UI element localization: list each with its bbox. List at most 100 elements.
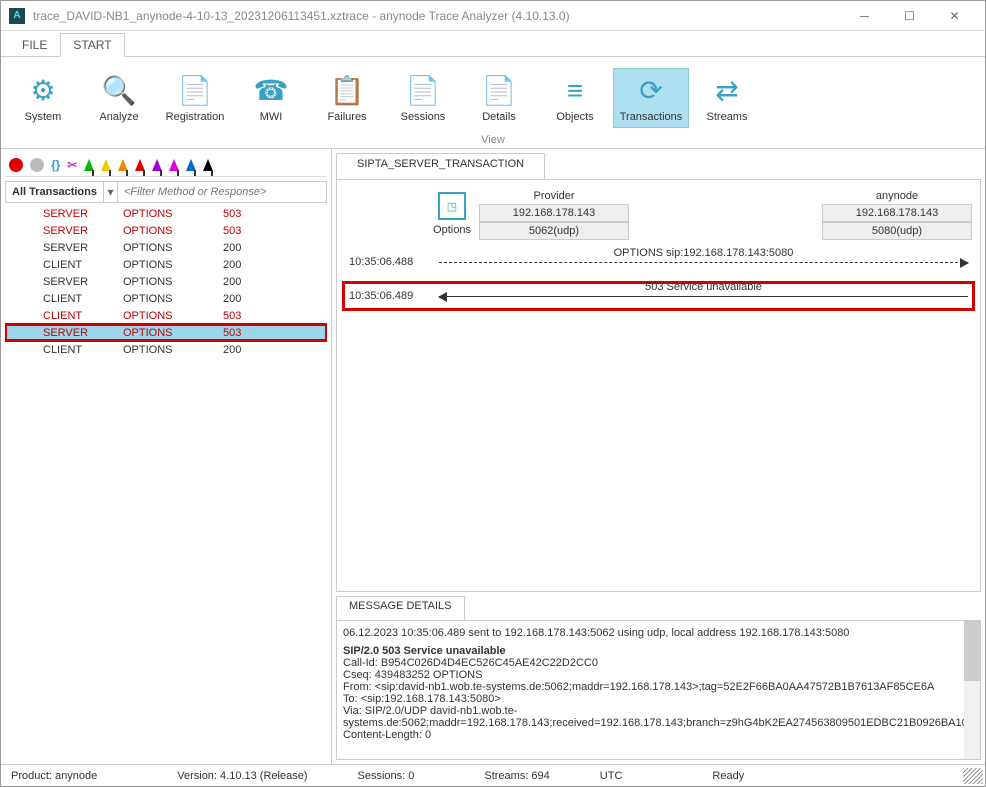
transaction-row[interactable]: CLIENTOPTIONS200 (5, 256, 327, 273)
braces-icon[interactable]: {} (51, 158, 60, 172)
status-sessions: Sessions: 0 (347, 770, 424, 782)
details-line: SIP/2.0 503 Service unavailable (343, 645, 974, 657)
ribbon-group-label: View (1, 134, 985, 148)
ribbon-label: Analyze (82, 111, 156, 123)
flag-black-icon[interactable] (203, 159, 213, 171)
status-version: Version: 4.10.13 (Release) (167, 770, 317, 782)
flag-pink-icon[interactable] (169, 159, 179, 171)
options-endpoint: ◳ Options (425, 192, 479, 236)
transaction-row[interactable]: SERVEROPTIONS503 (5, 205, 327, 222)
flag-blue-icon[interactable] (186, 159, 196, 171)
filter-scope-label[interactable]: All Transactions (6, 182, 104, 202)
ribbon-failures[interactable]: 📋 Failures (309, 68, 385, 128)
message-arrow: OPTIONS sip:192.168.178.143:5080 (439, 262, 968, 263)
provider-ip: 192.168.178.143 (479, 204, 629, 222)
anynode-ip: 192.168.178.143 (822, 204, 972, 222)
flag-purple-icon[interactable] (152, 159, 162, 171)
details-line: Call-Id: B954C026D4D4EC526C45AE42C22D2CC… (343, 657, 974, 669)
status-ready: Ready (702, 770, 754, 782)
details-header: 06.12.2023 10:35:06.489 sent to 192.168.… (343, 627, 974, 639)
window-title: trace_DAVID-NB1_anynode-4-10-13_20231206… (33, 9, 842, 23)
anynode-port: 5080(udp) (822, 222, 972, 240)
minimize-button[interactable]: ─ (842, 2, 887, 30)
status-streams: Streams: 694 (474, 770, 559, 782)
transaction-row[interactable]: SERVEROPTIONS200 (5, 273, 327, 290)
message-arrow: 503 Service unavailable (439, 296, 968, 297)
details-icon: 📄 (462, 73, 536, 109)
system-icon: ⚙ (6, 73, 80, 109)
ribbon-label: Transactions (614, 111, 688, 123)
streams-icon: ⇄ (690, 73, 764, 109)
ribbon-streams[interactable]: ⇄ Streams (689, 68, 765, 128)
message-row[interactable]: 10:35:06.488OPTIONS sip:192.168.178.143:… (345, 250, 972, 274)
ribbon-mwi[interactable]: ☎MWI (233, 68, 309, 128)
menu-file[interactable]: FILE (9, 33, 60, 57)
info-filter-icon[interactable] (30, 158, 44, 172)
cut-icon[interactable]: ✂ (67, 158, 77, 172)
message-text: OPTIONS sip:192.168.178.143:5080 (439, 247, 968, 259)
options-icon: ◳ (438, 192, 466, 220)
options-label: Options (425, 224, 479, 236)
transaction-list[interactable]: SERVEROPTIONS503SERVEROPTIONS503SERVEROP… (5, 205, 327, 760)
ribbon-sessions[interactable]: 📄Sessions (385, 68, 461, 128)
sequence-diagram[interactable]: ◳ Options Provider 192.168.178.143 5062(… (336, 179, 981, 592)
transaction-row[interactable]: CLIENTOPTIONS200 (5, 341, 327, 358)
transaction-row[interactable]: SERVEROPTIONS503 (5, 324, 327, 341)
transaction-row[interactable]: SERVEROPTIONS200 (5, 239, 327, 256)
flag-yellow-icon[interactable] (101, 159, 111, 171)
failures-icon: 📋 (310, 73, 384, 109)
analyze-icon: 🔍 (82, 73, 156, 109)
status-tz: UTC (590, 770, 633, 782)
endpoints-row: ◳ Options Provider 192.168.178.143 5062(… (425, 188, 972, 240)
window-controls: ─ ☐ ✕ (842, 2, 977, 30)
details-line: Content-Length: 0 (343, 729, 974, 741)
ribbon-system[interactable]: ⚙ System (5, 68, 81, 128)
message-details-tab[interactable]: MESSAGE DETAILS (336, 596, 465, 620)
transaction-row[interactable]: CLIENTOPTIONS200 (5, 290, 327, 307)
details-line: From: <sip:david-nb1.wob.te-systems.de:5… (343, 681, 974, 693)
transaction-row[interactable]: CLIENTOPTIONS503 (5, 307, 327, 324)
transactions-panel: {} ✂ All Transactions ▾ SERVEROPTIONS503… (1, 149, 332, 764)
registration-icon: 📄 (158, 73, 232, 109)
titlebar: A trace_DAVID-NB1_anynode-4-10-13_202312… (1, 1, 985, 31)
close-button[interactable]: ✕ (932, 2, 977, 30)
anynode-name: anynode (822, 188, 972, 204)
flag-green-icon[interactable] (84, 159, 94, 171)
transactions-icon: ⟳ (614, 73, 688, 109)
workspace: {} ✂ All Transactions ▾ SERVEROPTIONS503… (1, 149, 985, 764)
filter-dropdown-icon[interactable]: ▾ (104, 182, 118, 202)
provider-port: 5062(udp) (479, 222, 629, 240)
ribbon-analyze[interactable]: 🔍 Analyze (81, 68, 157, 128)
transaction-row[interactable]: SERVEROPTIONS503 (5, 222, 327, 239)
ribbon-label: Streams (690, 111, 764, 123)
maximize-button[interactable]: ☐ (887, 2, 932, 30)
menu-start[interactable]: START (60, 33, 124, 57)
diagram-tabs: SIPTA_SERVER_TRANSACTION (336, 153, 981, 179)
ribbon-details[interactable]: 📄Details (461, 68, 537, 128)
filter-icon-strip: {} ✂ (5, 153, 327, 177)
flag-red-icon[interactable] (135, 159, 145, 171)
message-details[interactable]: 06.12.2023 10:35:06.489 sent to 192.168.… (336, 620, 981, 760)
diagram-tab[interactable]: SIPTA_SERVER_TRANSACTION (336, 153, 545, 179)
ribbon-transactions[interactable]: ⟳ Transactions (613, 68, 689, 128)
ribbon-label: System (6, 111, 80, 123)
objects-icon: ≡ (538, 73, 612, 109)
error-filter-icon[interactable] (9, 158, 23, 172)
ribbon-label: Sessions (386, 111, 460, 123)
details-line: Via: SIP/2.0/UDP david-nb1.wob.te-system… (343, 705, 974, 729)
message-row[interactable]: 10:35:06.489 503 Service unavailable (345, 284, 972, 308)
ribbon-objects[interactable]: ≡Objects (537, 68, 613, 128)
message-time: 10:35:06.489 (345, 290, 435, 302)
provider-name: Provider (479, 188, 629, 204)
details-scrollbar[interactable] (964, 621, 980, 759)
status-product: Product: anynode (1, 770, 107, 782)
details-line: Cseq: 439483252 OPTIONS (343, 669, 974, 681)
filter-row: All Transactions ▾ (5, 181, 327, 203)
ribbon-label: MWI (234, 111, 308, 123)
ribbon-registration[interactable]: 📄Registration (157, 68, 233, 128)
ribbon-label: Failures (310, 111, 384, 123)
menubar: FILE START (1, 31, 985, 57)
flag-orange-icon[interactable] (118, 159, 128, 171)
resize-grip[interactable] (963, 768, 983, 784)
filter-input[interactable] (118, 182, 326, 202)
